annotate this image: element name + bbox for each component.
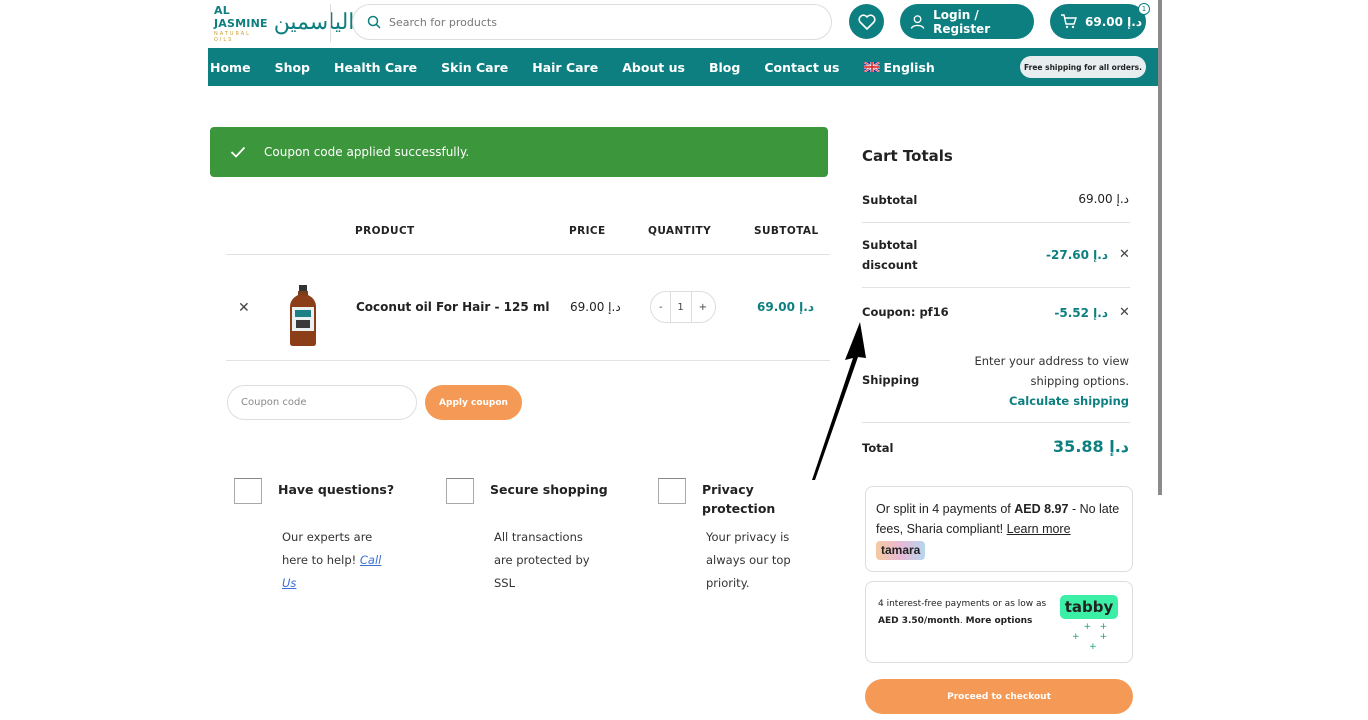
tabby-text-pre: 4 interest-free payments or as low as (878, 599, 1047, 609)
feature-title: Privacy protection (702, 482, 776, 516)
nav-shop[interactable]: Shop (275, 60, 310, 75)
tamara-text: Or split in 4 payments of (876, 502, 1015, 516)
coupon-code-input[interactable] (227, 385, 417, 420)
logo-text: AL JASMINE (214, 3, 268, 30)
logo-arabic: الياسمين (273, 10, 355, 35)
feature-icon (658, 478, 686, 504)
table-divider (226, 360, 830, 361)
search-icon (367, 15, 381, 29)
stepper-divider (690, 291, 692, 323)
tamara-widget: Or split in 4 payments of AED 8.97 - No … (865, 486, 1133, 572)
cart-count-badge: 1 (1138, 3, 1150, 15)
discount-label: Subtotal discount (862, 238, 918, 272)
totals-divider (862, 222, 1130, 223)
subtotal-label: Subtotal (862, 193, 918, 207)
success-notice: Coupon code applied successfully. (210, 127, 828, 177)
discount-value: -د.إ 27.60 (1046, 248, 1108, 262)
notice-message: Coupon code applied successfully. (264, 145, 470, 159)
feature-desc: Our experts are here to help! Call Us (282, 526, 392, 595)
subtotal-value: د.إ 69.00 (1078, 192, 1129, 206)
product-price: د.إ 69.00 (570, 300, 621, 314)
tamara-logo: tamara (876, 541, 926, 560)
totals-divider (862, 422, 1130, 423)
tabby-more-options-link[interactable]: More options (966, 616, 1033, 626)
feature-icon (446, 478, 474, 504)
quantity-stepper[interactable]: - 1 + (650, 291, 716, 323)
sparkle-icon: + + + + + (1072, 622, 1108, 652)
remove-discount-button[interactable]: ✕ (1119, 247, 1130, 262)
annotation-arrow-icon (812, 322, 866, 480)
col-subtotal: SUBTOTAL (754, 225, 819, 237)
col-product: PRODUCT (355, 225, 415, 237)
search-bar[interactable] (352, 4, 832, 40)
coupon-label: Coupon: pf16 (862, 305, 949, 319)
heart-icon (857, 13, 876, 30)
nav-blog[interactable]: Blog (709, 60, 740, 75)
cart-button[interactable]: د.إ 69.00 (1050, 4, 1146, 39)
coupon-value: -د.إ 5.52 (1054, 306, 1108, 320)
shipping-info-text: Enter your address to view shipping opti… (974, 354, 1129, 388)
stepper-divider (669, 291, 671, 323)
feature-icon (234, 478, 262, 504)
cart-icon (1061, 14, 1077, 29)
proceed-to-checkout-button[interactable]: Proceed to checkout (865, 679, 1133, 714)
tamara-amount: AED 8.97 (1014, 502, 1069, 516)
table-divider (226, 254, 830, 255)
wishlist-button[interactable] (849, 4, 884, 39)
calculate-shipping-link[interactable]: Calculate shipping (949, 391, 1129, 411)
total-value: د.إ 35.88 (1053, 437, 1129, 456)
free-shipping-badge: Free shipping for all orders. (1020, 56, 1146, 78)
remove-coupon-button[interactable]: ✕ (1119, 305, 1130, 320)
quantity-increase-button[interactable]: + (699, 302, 707, 313)
nav-health-care[interactable]: Health Care (334, 60, 417, 75)
remove-item-button[interactable]: ✕ (238, 300, 250, 316)
nav-contact-us[interactable]: Contact us (764, 60, 839, 75)
scrollbar[interactable] (1158, 0, 1162, 495)
feature-desc-text: Our experts are here to help! (282, 530, 373, 567)
tabby-amount: AED 3.50/month (878, 616, 960, 626)
product-subtotal: د.إ 69.00 (757, 300, 814, 314)
site-logo[interactable]: AL JASMINE NATURAL OILS الياسمين (214, 2, 354, 44)
tabby-text: 4 interest-free payments or as low as AE… (878, 599, 1047, 626)
product-name[interactable]: Coconut oil For Hair - 125 ml (356, 300, 549, 314)
uk-flag-icon (863, 62, 880, 72)
nav-hair-care[interactable]: Hair Care (532, 60, 598, 75)
search-input[interactable] (389, 15, 789, 29)
shipping-info: Enter your address to view shipping opti… (949, 351, 1129, 411)
login-label: Login / Register (933, 7, 991, 36)
quantity-value[interactable]: 1 (677, 302, 683, 313)
login-register-button[interactable]: Login / Register (900, 4, 1034, 39)
nav-skin-care[interactable]: Skin Care (441, 60, 508, 75)
nav-home[interactable]: Home (210, 60, 251, 75)
tabby-logo: tabby (1060, 595, 1118, 619)
tabby-widget: 4 interest-free payments or as low as AE… (865, 581, 1133, 663)
quantity-decrease-button[interactable]: - (659, 302, 663, 313)
apply-coupon-button[interactable]: Apply coupon (425, 385, 522, 420)
product-image[interactable] (286, 283, 320, 347)
logo-subtext: NATURAL OILS (214, 30, 251, 43)
divider (330, 4, 331, 42)
feature-title: Have questions? (278, 482, 395, 497)
col-price: PRICE (569, 225, 606, 237)
nav-about-us[interactable]: About us (622, 60, 685, 75)
page: AL JASMINE NATURAL OILS الياسمين Login /… (208, 0, 1158, 720)
tamara-learn-more-link[interactable]: Learn more (1007, 522, 1071, 536)
nav-language[interactable]: English (863, 59, 935, 75)
nav-language-label: English (883, 59, 935, 75)
user-icon (910, 14, 925, 29)
feature-title: Secure shopping (490, 482, 608, 497)
col-quantity: QUANTITY (648, 225, 712, 237)
main-nav: Home Shop Health Care Skin Care Hair Car… (208, 48, 1158, 86)
check-icon (230, 146, 246, 158)
feature-desc: All transactions are protected by SSL (494, 530, 590, 590)
shipping-label: Shipping (862, 373, 920, 387)
totals-divider (862, 287, 1130, 288)
cart-totals-title: Cart Totals (862, 147, 953, 165)
feature-desc: Your privacy is always our top priority. (706, 530, 791, 590)
cart-amount: د.إ 69.00 (1085, 14, 1142, 29)
